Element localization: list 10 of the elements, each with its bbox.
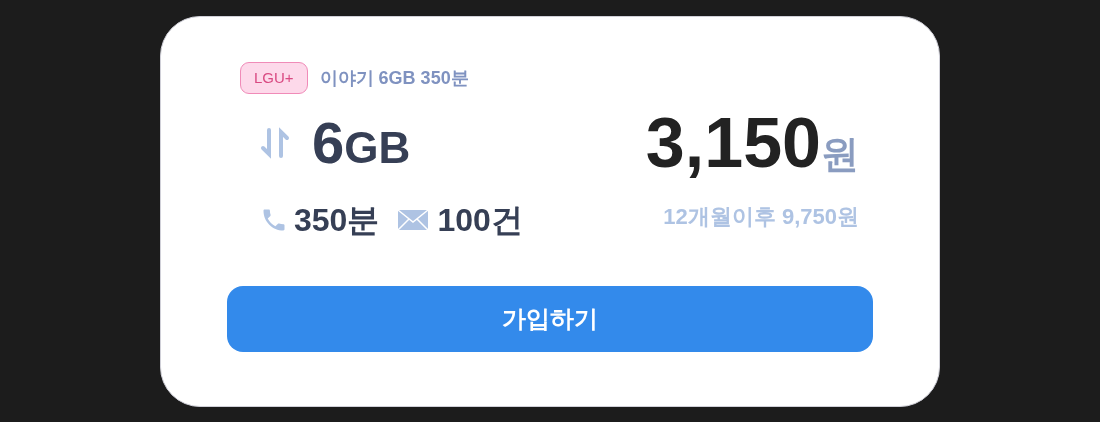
envelope-icon (397, 208, 430, 232)
data-amount: 6GB (312, 114, 411, 172)
data-transfer-icon (260, 126, 290, 160)
sms-count: 100건 (437, 201, 523, 240)
price-after-promotion: 12개월이후 9,750원 (663, 203, 859, 231)
carrier-badge: LGU+ (240, 62, 308, 94)
plan-name: 이야기 6GB 350분 (319, 66, 469, 90)
voice-minutes: 350분 (294, 201, 380, 240)
subscribe-button[interactable]: 가입하기 (227, 286, 873, 352)
price: 3,150원 (645, 108, 859, 184)
